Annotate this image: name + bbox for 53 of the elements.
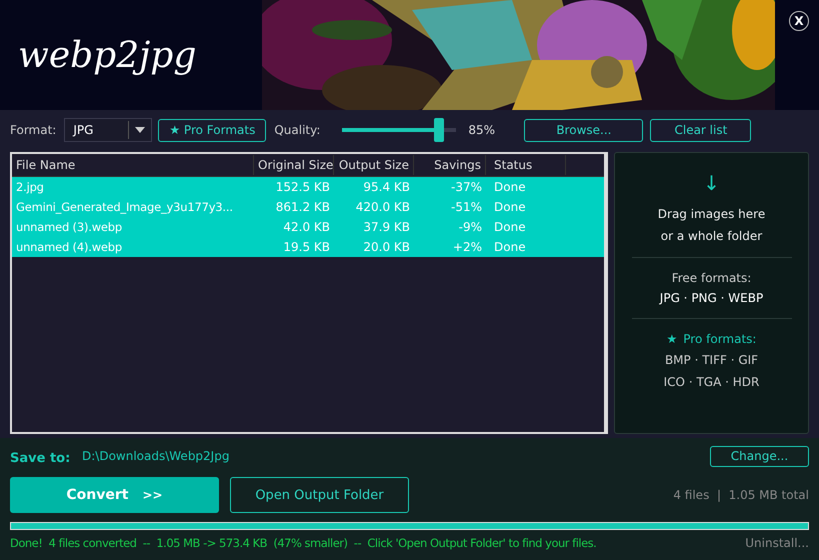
status-message: Done! 4 files converted -- 1.05 MB -> 573.4 KB (47% smaller) -- Click 'Open Output Folder' to find your files. <box>10 536 596 550</box>
column-header[interactable]: Status <box>486 155 566 175</box>
open-output-folder-button[interactable]: Open Output Folder <box>230 477 409 513</box>
table-cell-text: Done <box>493 199 527 216</box>
down-arrow-icon: ↓ <box>703 169 720 197</box>
table-cell-text: Done <box>493 219 527 236</box>
pro-formats-list: BMP · TIFF · GIF <box>664 349 758 371</box>
table-cell-text: -37% <box>450 179 483 196</box>
table-cell-text: unnamed (4).webp <box>15 239 123 256</box>
app-logo: webp2jpg <box>17 34 198 76</box>
table-cell-text: 420.0 KB <box>354 199 411 216</box>
column-header[interactable]: Original Size <box>254 155 334 175</box>
table-cell-text: +2% <box>452 239 483 256</box>
quality-slider[interactable] <box>342 118 456 142</box>
free-formats-title: Free formats: <box>672 270 752 287</box>
star-icon: ★ <box>666 329 678 349</box>
close-button[interactable]: X <box>789 11 809 31</box>
caret-icon <box>135 127 146 133</box>
drop-hint: or a whole folder <box>660 228 762 245</box>
table-cell-text: 37.9 KB <box>362 219 411 236</box>
table-cell-text: 42.0 KB <box>282 219 331 236</box>
table-cell-text: 2.jpg <box>15 179 45 196</box>
pro-formats-button[interactable]: ★ Pro Formats <box>158 118 266 142</box>
table-cell-text: 20.0 KB <box>362 239 411 256</box>
drop-hint: Drag images here <box>658 206 766 223</box>
table-cell-text: Gemini_Generated_Image_y3u177y3... <box>15 199 234 216</box>
pro-formats-title: Pro formats: <box>683 331 756 348</box>
free-formats-list: JPG · PNG · WEBP <box>660 288 764 308</box>
clear-list-button[interactable]: Clear list <box>650 118 752 142</box>
column-header[interactable]: Output Size <box>334 155 414 175</box>
change-button[interactable]: Change... <box>710 446 809 466</box>
pro-formats-list: ICO · TGA · HDR <box>664 371 760 393</box>
table-cell-text: Done <box>493 239 527 256</box>
table-cell-text: 95.4 KB <box>362 179 411 196</box>
quality-label: Quality: <box>274 123 320 137</box>
column-header[interactable]: Savings <box>414 155 486 175</box>
format-dropdown[interactable]: JPG <box>64 118 152 142</box>
drop-panel[interactable]: ↓ Drag images here or a whole folder Free formats: JPG · PNG · WEBP ★ Pro formats: BMP · TIFF · GIF ICO · TGA · HDR <box>614 152 809 434</box>
table-cell-text: 19.5 KB <box>282 239 331 256</box>
column-header[interactable]: File Name <box>12 155 254 175</box>
table-cell-text: 861.2 KB <box>274 199 331 216</box>
table-cell-text: -51% <box>450 199 483 216</box>
table-cell-text: unnamed (3).webp <box>15 219 123 236</box>
uninstall-link[interactable]: Uninstall... <box>745 536 809 550</box>
browse-button[interactable]: Browse... <box>524 118 644 142</box>
table-cell-text: -9% <box>458 219 483 236</box>
table-cell-text: 152.5 KB <box>274 179 331 196</box>
quality-value: 85% <box>468 123 496 137</box>
save-to-label: Save to: <box>10 450 72 466</box>
format-label: Format: <box>10 123 56 137</box>
files-summary: 4 files | 1.05 MB total <box>673 488 809 502</box>
table-cell-text: Done <box>493 179 527 196</box>
output-path: D:\Downloads\Webp2Jpg <box>82 449 230 463</box>
